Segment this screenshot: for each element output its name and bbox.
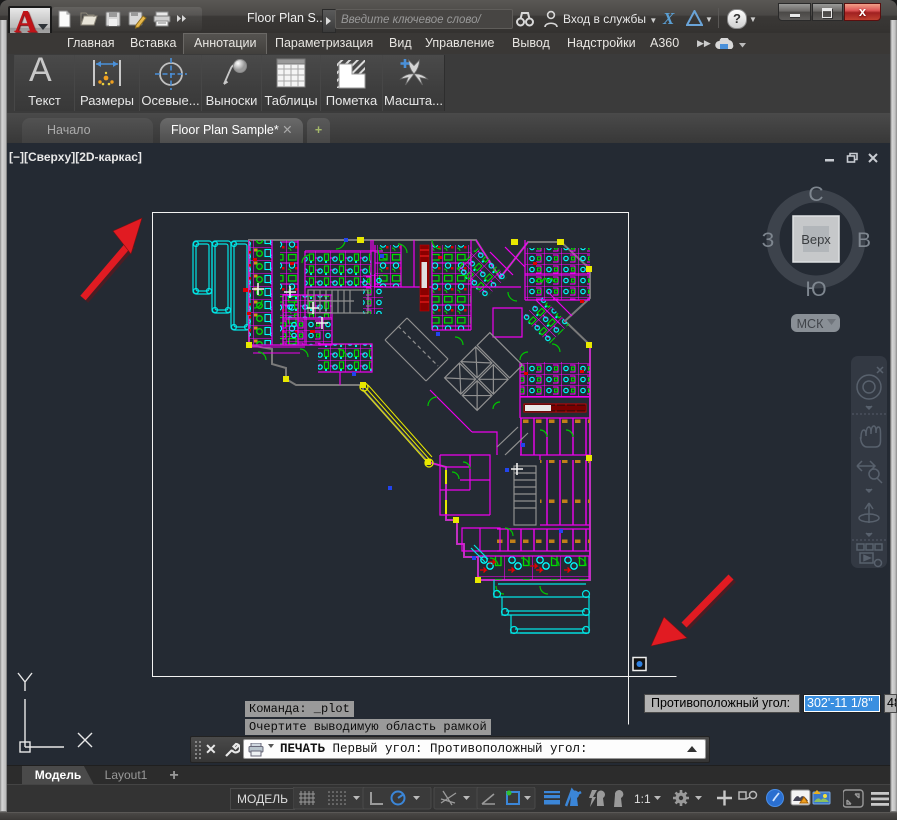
svg-text:МСК: МСК [797,317,824,331]
svg-text:С: С [808,183,823,206]
svg-text:1:1: 1:1 [634,792,651,806]
svg-text:Ю: Ю [805,278,826,301]
svg-text:В: В [857,229,871,252]
svg-text:З: З [762,229,775,252]
svg-text:Верх: Верх [801,232,831,247]
